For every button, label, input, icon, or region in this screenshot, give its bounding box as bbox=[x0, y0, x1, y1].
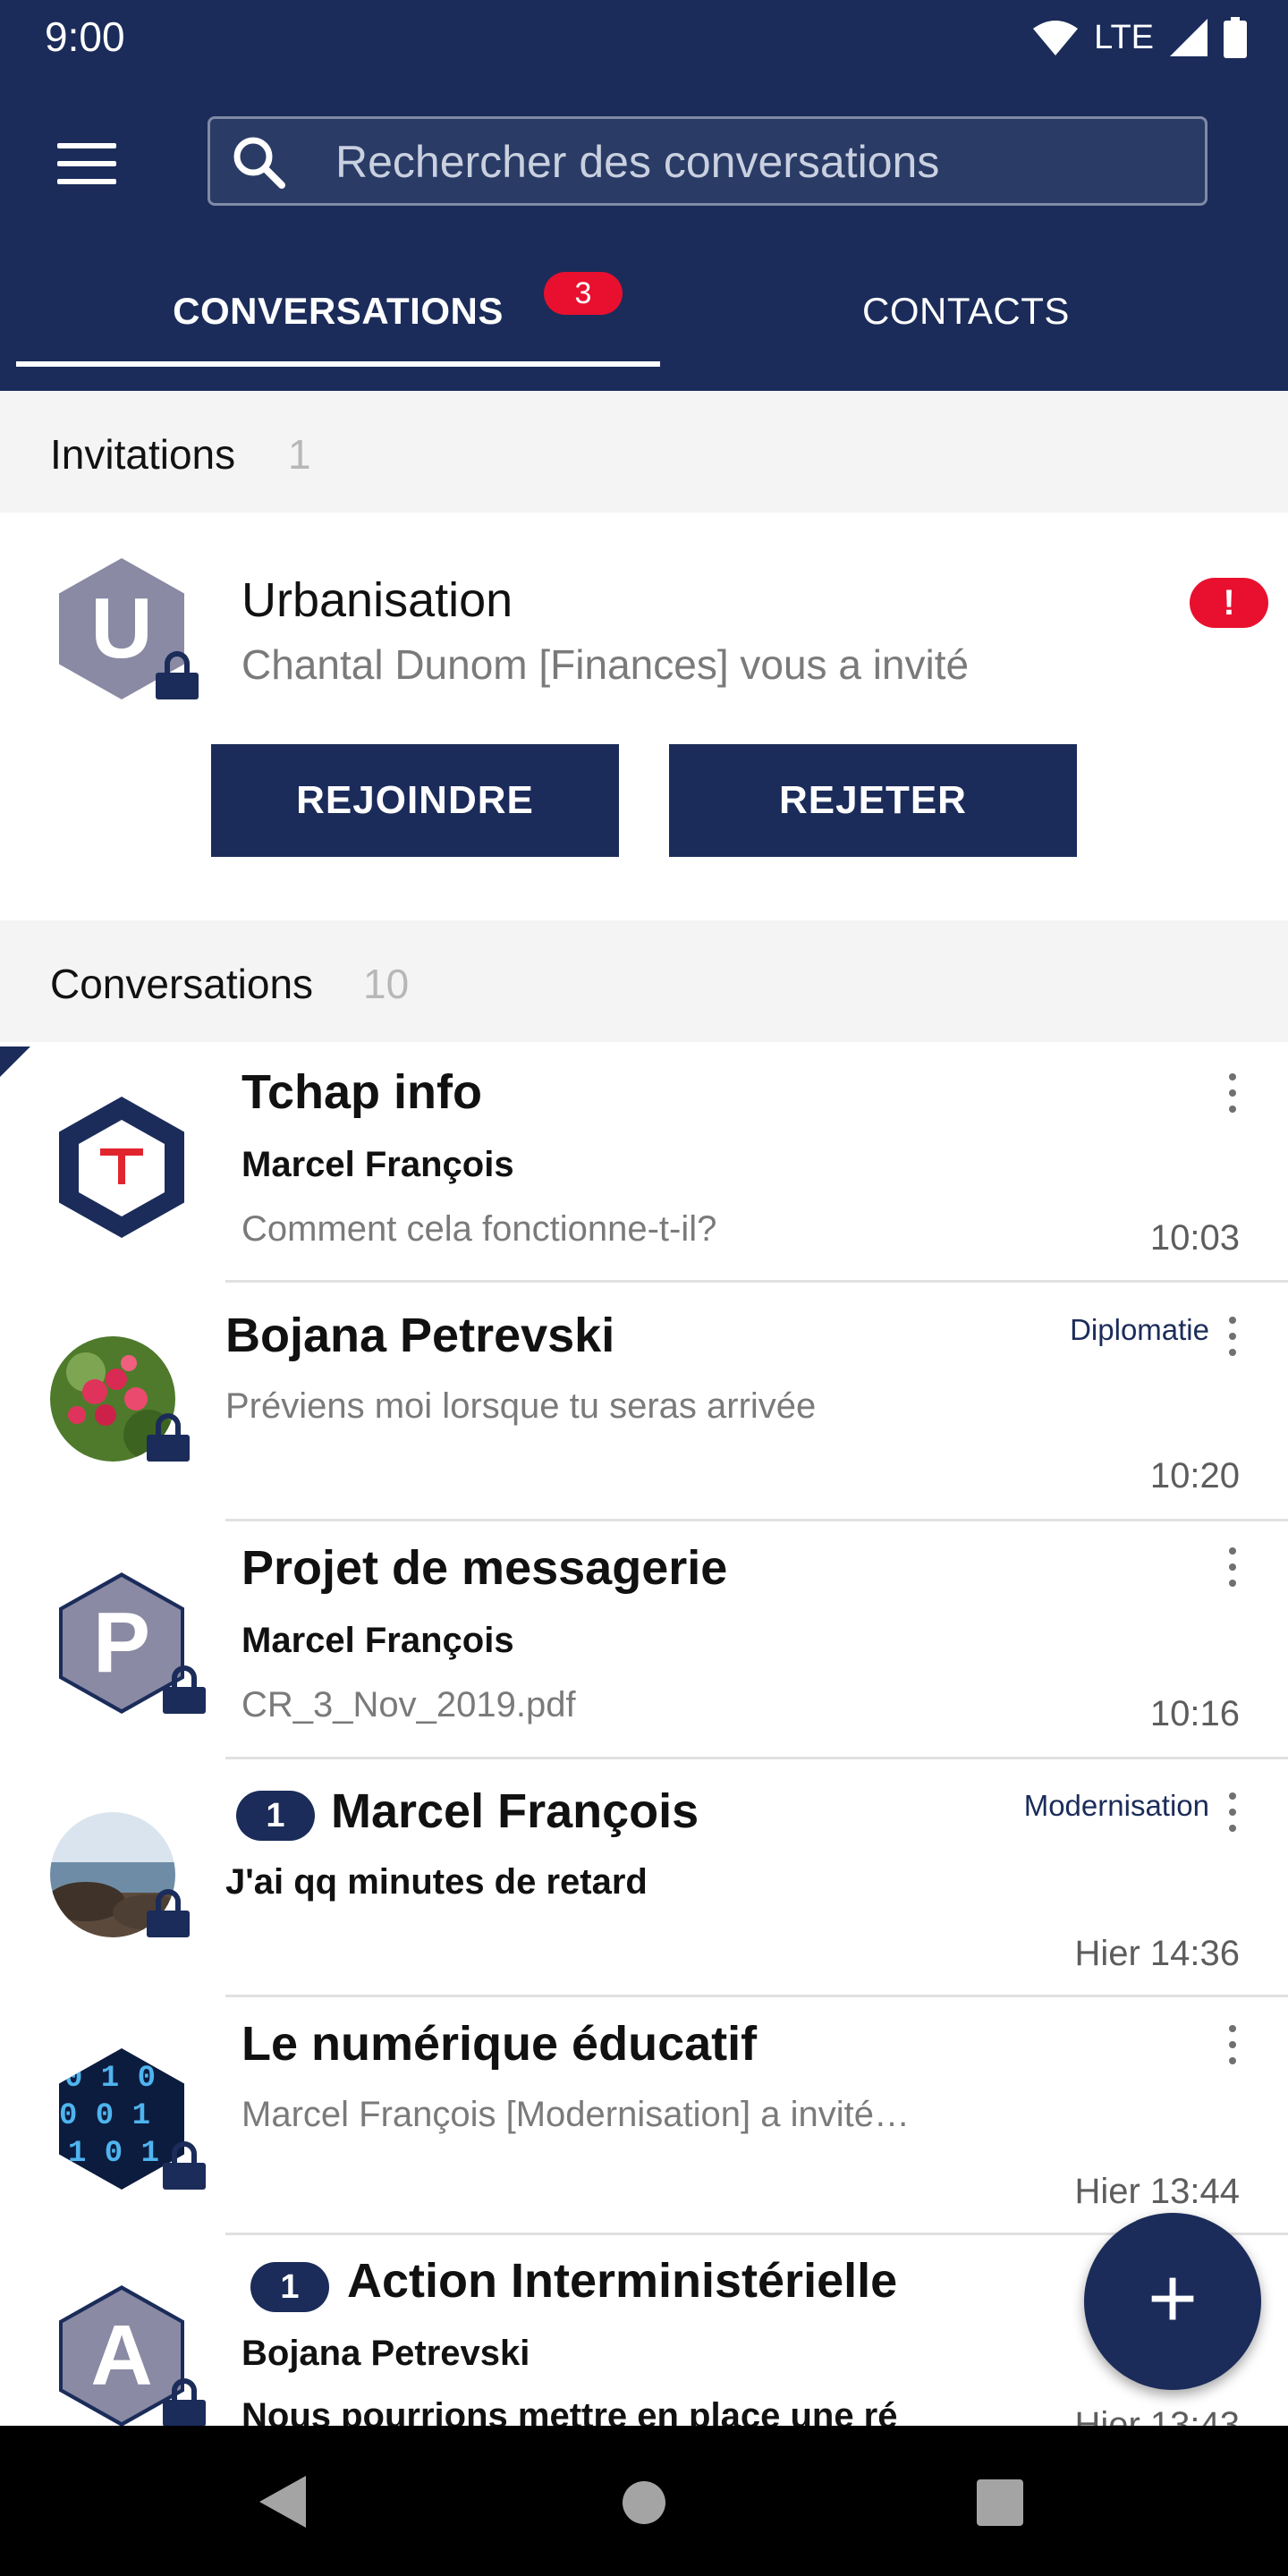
tab-label: CONTACTS bbox=[862, 290, 1070, 332]
last-message: Préviens moi lorsque tu seras arrivée bbox=[225, 1386, 817, 1426]
room-name: Action Interministérielle bbox=[347, 2254, 898, 2308]
last-message: J'ai qq minutes de retard bbox=[225, 1862, 648, 1902]
more-options-icon[interactable] bbox=[1227, 1317, 1238, 1358]
conversations-header: Conversations 10 bbox=[0, 920, 1288, 1042]
reject-button[interactable]: REJETER bbox=[669, 744, 1077, 857]
section-count: 1 bbox=[288, 431, 311, 478]
back-icon[interactable] bbox=[259, 2476, 306, 2528]
invitation-subtitle: Chantal Dunom [Finances] vous a invité bbox=[242, 641, 970, 688]
section-count: 10 bbox=[363, 961, 410, 1007]
svg-text:0 0 1: 0 0 1 bbox=[59, 2099, 150, 2133]
more-options-icon[interactable] bbox=[1227, 1792, 1238, 1834]
svg-text:1 0 1: 1 0 1 bbox=[68, 2137, 159, 2171]
more-options-icon[interactable] bbox=[1227, 2025, 1238, 2066]
last-sender: Bojana Petrevski bbox=[242, 2334, 530, 2373]
last-message: Comment cela fonctionne-t-il? bbox=[242, 1209, 717, 1249]
battery-icon bbox=[1224, 17, 1247, 58]
unread-count-badge: 1 bbox=[250, 2262, 329, 2312]
last-message: Nous pourrions mettre en place une ré bbox=[242, 2396, 898, 2426]
room-name: Marcel François bbox=[331, 1784, 699, 1838]
room-name: Bojana Petrevski bbox=[225, 1309, 615, 1362]
invitations-header: Invitations 1 bbox=[0, 391, 1288, 513]
pinned-corner-icon bbox=[0, 1046, 30, 1077]
recents-icon[interactable] bbox=[977, 2479, 1023, 2526]
invitation-item[interactable] bbox=[0, 513, 1288, 920]
unread-badge: 3 bbox=[544, 272, 623, 315]
message-time: Hier 13:44 bbox=[1074, 2172, 1240, 2211]
last-sender: Marcel François bbox=[242, 1621, 514, 1660]
message-time: Hier 13:43 bbox=[1074, 2405, 1240, 2426]
alert-badge: ! bbox=[1190, 578, 1268, 628]
search-bar[interactable] bbox=[208, 116, 1208, 206]
tab-label: CONVERSATIONS bbox=[173, 290, 504, 332]
tab-contacts[interactable]: CONTACTS bbox=[644, 268, 1288, 354]
more-options-icon[interactable] bbox=[1227, 1547, 1238, 1589]
system-nav-bar bbox=[0, 2426, 1288, 2576]
menu-icon[interactable] bbox=[57, 143, 116, 184]
room-name: Tchap info bbox=[242, 1065, 482, 1119]
lock-icon bbox=[163, 2378, 206, 2426]
unread-count-badge: 1 bbox=[236, 1791, 315, 1841]
message-time: Hier 14:36 bbox=[1074, 1934, 1240, 1973]
last-sender: Marcel François bbox=[242, 1145, 514, 1184]
new-conversation-button[interactable]: + bbox=[1084, 2213, 1261, 2390]
wifi-icon bbox=[1033, 21, 1079, 55]
section-title: Conversations bbox=[50, 961, 314, 1007]
search-icon bbox=[233, 137, 285, 189]
lock-icon bbox=[163, 2141, 206, 2190]
lock-icon bbox=[147, 1413, 190, 1462]
lock-icon bbox=[163, 1665, 206, 1714]
lock-icon bbox=[147, 1889, 190, 1937]
home-icon[interactable] bbox=[621, 2479, 667, 2526]
last-message: CR_3_Nov_2019.pdf bbox=[242, 1685, 576, 1724]
network-label: LTE bbox=[1094, 18, 1154, 56]
room-name: Projet de messagerie bbox=[242, 1541, 728, 1595]
signal-icon bbox=[1170, 19, 1208, 56]
message-time: 10:16 bbox=[1149, 1694, 1240, 1733]
lock-icon bbox=[156, 651, 199, 699]
section-title: Invitations bbox=[50, 431, 236, 478]
join-button[interactable]: REJOINDRE bbox=[211, 744, 619, 857]
room-name: Le numérique éducatif bbox=[242, 2017, 758, 2071]
message-time: 10:20 bbox=[1149, 1456, 1240, 1496]
status-time: 9:00 bbox=[45, 13, 125, 60]
room-tag: Diplomatie bbox=[1070, 1313, 1209, 1346]
status-icons: LTE bbox=[1033, 13, 1247, 63]
last-message: Marcel François [Modernisation] a invité… bbox=[242, 2095, 910, 2134]
room-tag: Modernisation bbox=[1023, 1789, 1209, 1822]
more-options-icon[interactable] bbox=[1227, 1073, 1238, 1114]
invitation-room-name: Urbanisation bbox=[242, 573, 513, 627]
active-tab-indicator bbox=[16, 361, 660, 367]
search-input[interactable] bbox=[334, 119, 1178, 205]
message-time: 10:03 bbox=[1149, 1218, 1240, 1258]
tchap-logo-icon bbox=[100, 1148, 143, 1184]
